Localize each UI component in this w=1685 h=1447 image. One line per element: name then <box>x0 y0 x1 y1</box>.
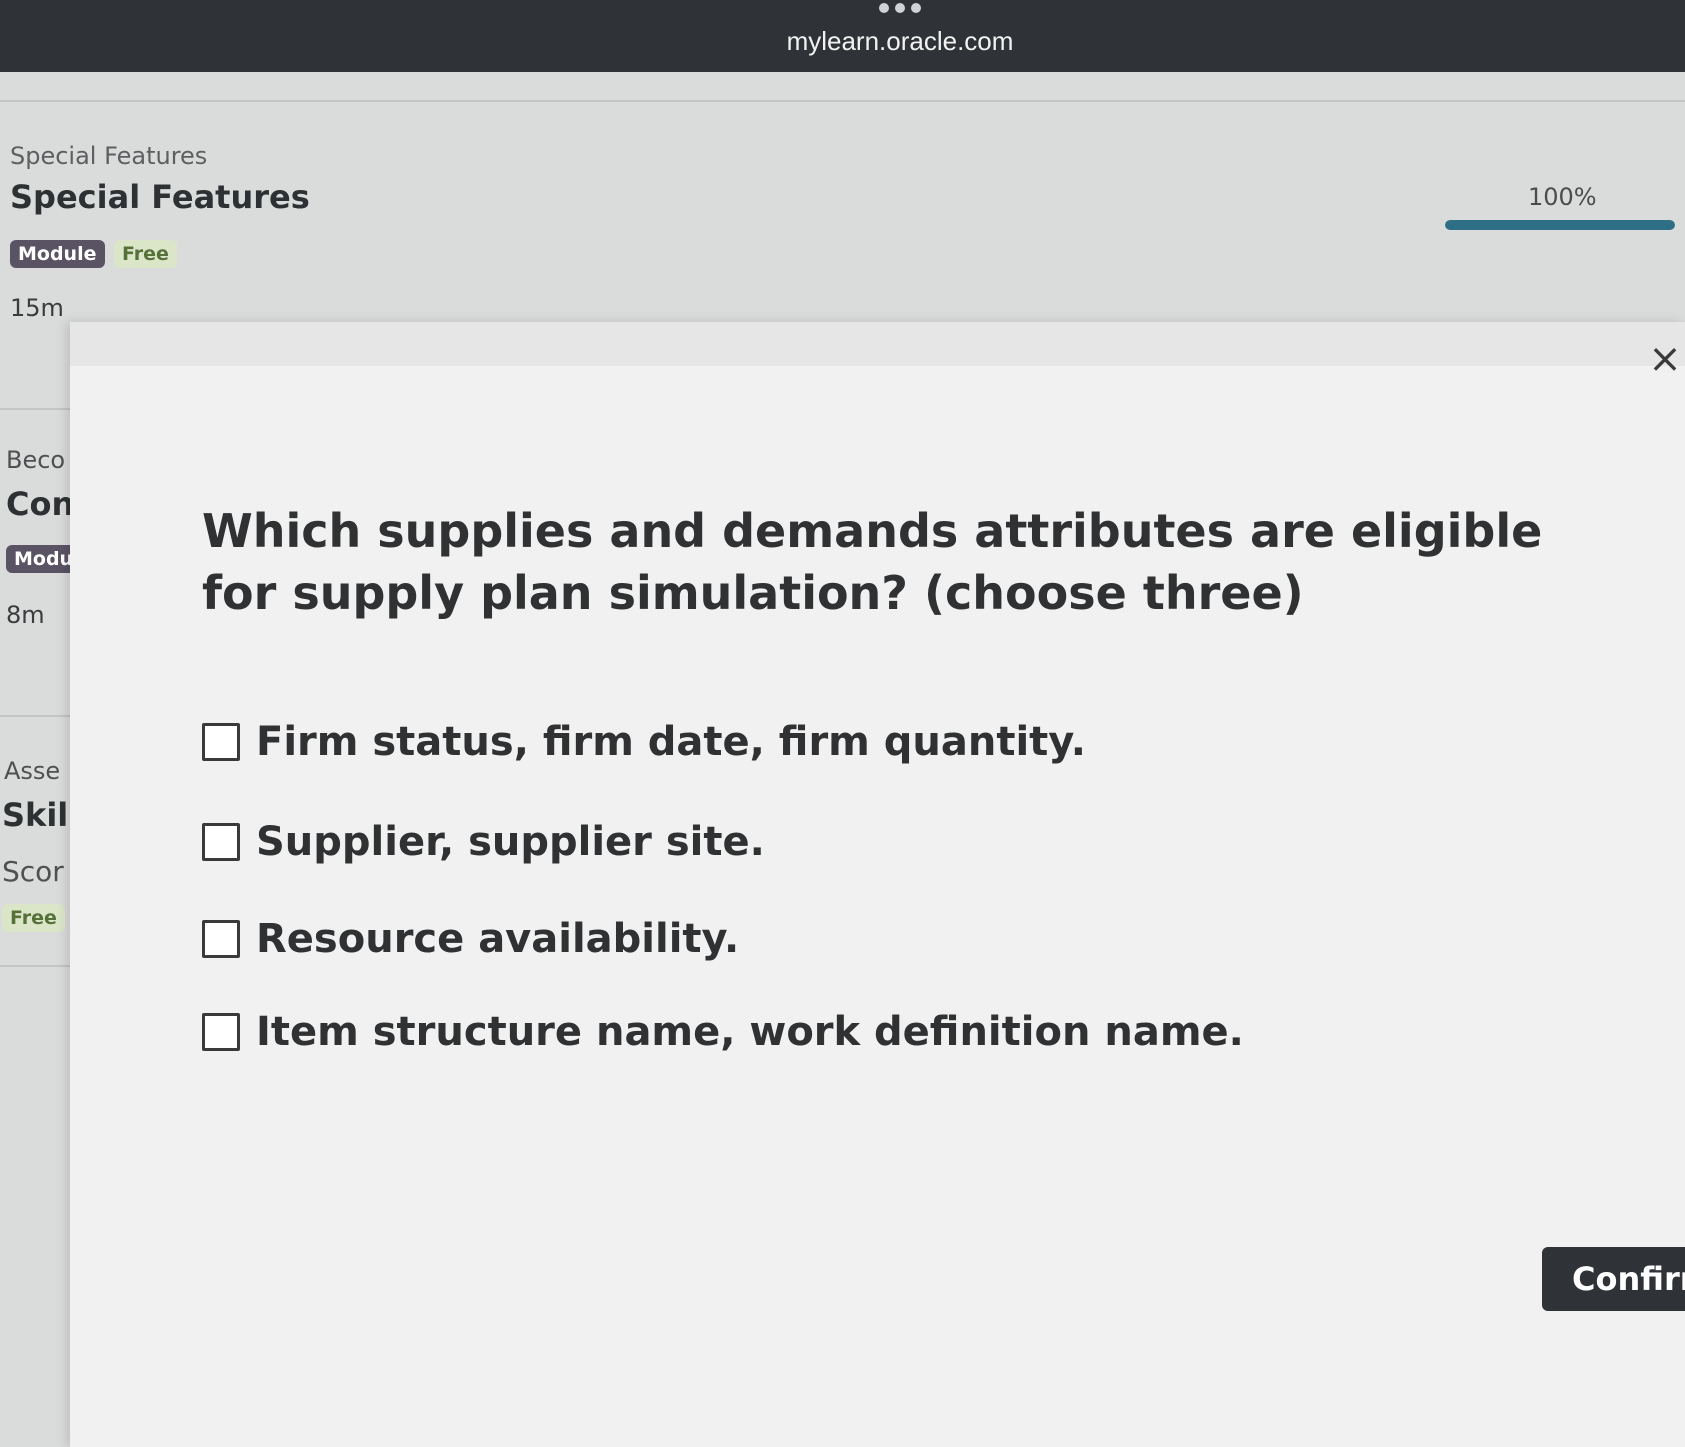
duration-text: 15m <box>10 294 64 322</box>
checkbox[interactable] <box>202 920 240 958</box>
browser-top-bar: mylearn.oracle.com <box>0 0 1685 72</box>
checkbox[interactable] <box>202 823 240 861</box>
confirm-button[interactable]: Confirm <box>1542 1247 1685 1311</box>
answer-label: Supplier, supplier site. <box>256 819 765 865</box>
modal-header <box>70 322 1685 366</box>
question-modal: × Which supplies and demands attributes … <box>70 322 1685 1447</box>
answer-option-4[interactable]: Item structure name, work definition nam… <box>202 1007 1244 1057</box>
answer-label: Resource availability. <box>256 916 740 962</box>
progress-bar <box>1445 220 1675 230</box>
course-item-label: Beco <box>6 446 66 474</box>
progress-percentage: 100% <box>1528 183 1597 211</box>
free-badge: Free <box>2 904 65 932</box>
answer-option-3[interactable]: Resource availability. <box>202 914 739 964</box>
module-badge: Module <box>10 240 105 268</box>
course-item-label: Asse <box>4 757 61 785</box>
answer-label: Firm status, firm date, firm quantity. <box>256 719 1086 765</box>
divider <box>0 100 1685 102</box>
course-item-title[interactable]: Special Features <box>10 178 310 216</box>
duration-text: 8m <box>6 601 45 629</box>
checkbox[interactable] <box>202 1013 240 1051</box>
close-icon[interactable]: × <box>1648 339 1682 379</box>
divider <box>0 715 70 717</box>
divider <box>0 408 70 410</box>
answer-option-2[interactable]: Supplier, supplier site. <box>202 817 765 867</box>
more-options-icon[interactable] <box>870 0 930 14</box>
checkbox[interactable] <box>202 723 240 761</box>
course-item-title[interactable]: Con <box>6 485 74 523</box>
progress-bar-fill <box>1445 220 1675 230</box>
answer-label: Item structure name, work definition nam… <box>256 1009 1244 1055</box>
course-item-title[interactable]: Skil <box>2 796 68 834</box>
free-badge: Free <box>114 240 177 268</box>
address-bar-url[interactable]: mylearn.oracle.com <box>0 26 1685 57</box>
divider <box>0 965 70 967</box>
score-label: Scor <box>2 855 64 888</box>
course-item-label: Special Features <box>10 142 208 170</box>
answer-option-1[interactable]: Firm status, firm date, firm quantity. <box>202 717 1086 767</box>
question-text: Which supplies and demands attributes ar… <box>202 504 1543 620</box>
